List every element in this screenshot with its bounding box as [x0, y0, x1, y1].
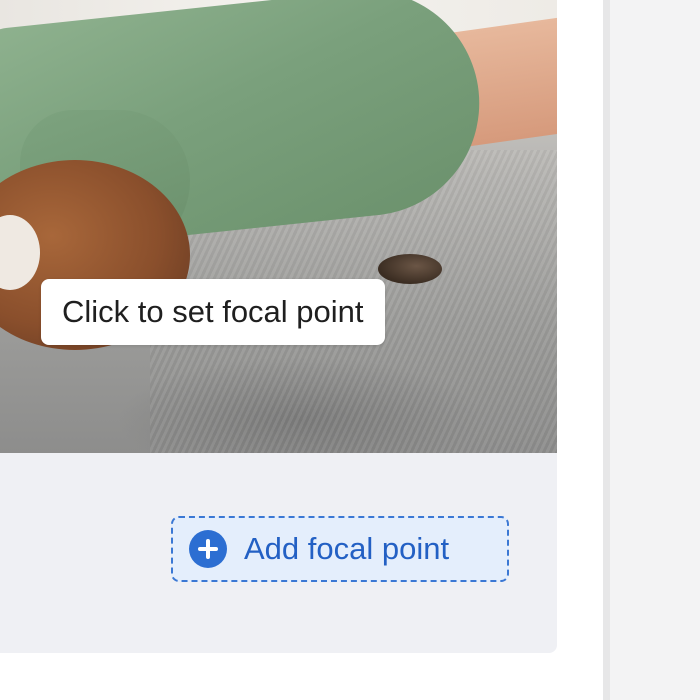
photo-cat-tail: [378, 254, 442, 284]
add-focal-point-button[interactable]: Add focal point: [171, 516, 509, 582]
image-preview[interactable]: Click to set focal point: [0, 0, 557, 453]
add-focal-point-label: Add focal point: [244, 531, 450, 566]
focal-point-tooltip: Click to set focal point: [41, 279, 385, 345]
tooltip-text: Click to set focal point: [62, 294, 364, 329]
editor-panel: Click to set focal point Add focal point: [0, 0, 603, 700]
media-card: Click to set focal point Add focal point: [0, 0, 557, 653]
plus-circle-icon: [189, 530, 227, 568]
